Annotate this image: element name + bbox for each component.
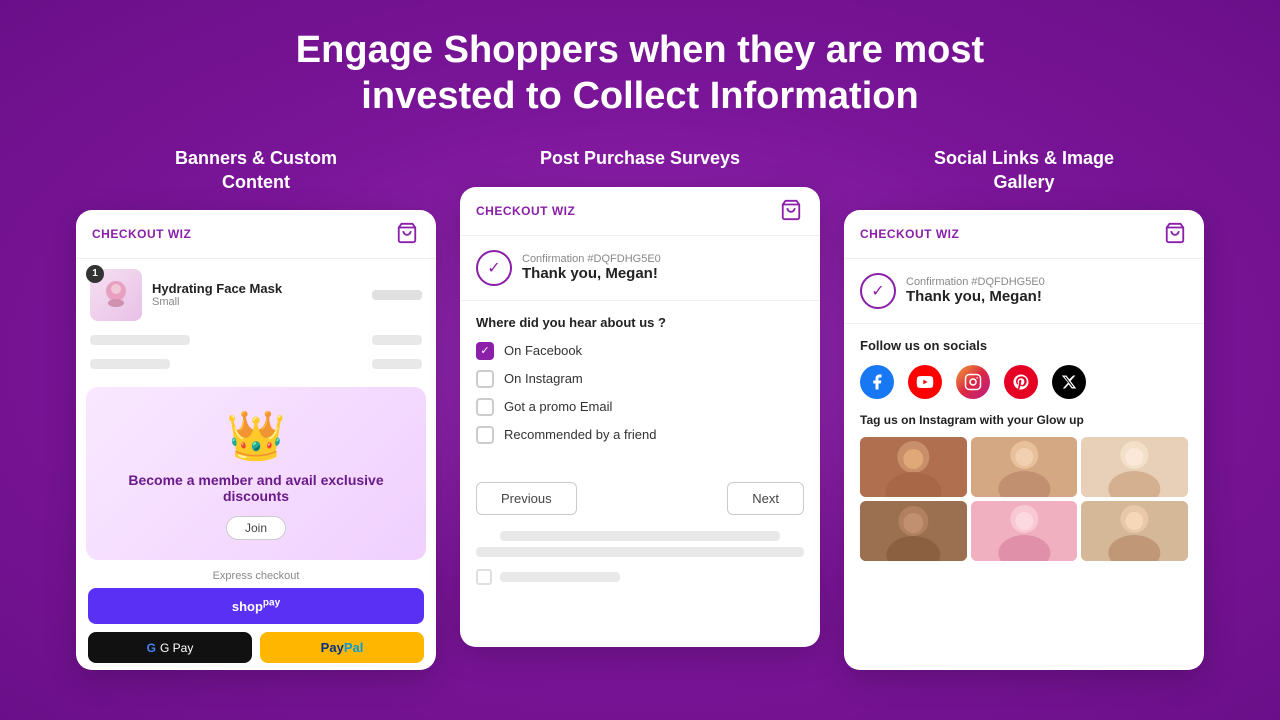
check-circle-3: ✓: [860, 273, 896, 309]
skeleton-bar-1: [500, 531, 780, 541]
checkbox-row-0: ✓ On Facebook: [476, 342, 804, 360]
thank-you-2: Thank you, Megan!: [522, 265, 661, 282]
brand-label-2: CHECKOUT WIZ: [476, 204, 575, 218]
previous-button[interactable]: Previous: [476, 482, 577, 515]
checkbox-3[interactable]: [476, 426, 494, 444]
column-surveys-title: Post Purchase Surveys: [540, 147, 740, 170]
product-image-wrapper: 1: [90, 269, 142, 321]
pinterest-icon[interactable]: [1004, 365, 1038, 399]
skeleton-checkbox: [476, 569, 492, 585]
skeleton-line: [90, 335, 190, 345]
checkbox-2[interactable]: [476, 398, 494, 416]
join-button[interactable]: Join: [226, 516, 286, 540]
shop-pay-button[interactable]: shoppay: [88, 588, 424, 624]
skeleton-checkbox-row: [460, 563, 820, 591]
gallery-image-2: [971, 437, 1078, 497]
gallery-image-1: [860, 437, 967, 497]
check-circle-2: ✓: [476, 250, 512, 286]
image-gallery: [860, 437, 1188, 561]
column-surveys: Post Purchase Surveys CHECKOUT WIZ ✓: [460, 147, 820, 670]
confirm-number-3: Confirmation #DQFDHG5E0: [906, 276, 1045, 288]
brand-label-1: CHECKOUT WIZ: [92, 227, 191, 241]
survey-question: Where did you hear about us ?: [476, 315, 804, 330]
skeleton-line: [372, 335, 422, 345]
product-name: Hydrating Face Mask: [152, 281, 362, 296]
confirmation-info-2: Confirmation #DQFDHG5E0 Thank you, Megan…: [522, 253, 661, 282]
express-checkout-label: Express checkout: [76, 570, 436, 582]
g-letter: G: [147, 641, 156, 655]
twitter-x-icon[interactable]: [1052, 365, 1086, 399]
follow-title: Follow us on socials: [860, 338, 1188, 353]
checkbox-label-0: On Facebook: [504, 343, 582, 358]
product-quantity-badge: 1: [86, 265, 104, 283]
checkbox-label-3: Recommended by a friend: [504, 427, 656, 442]
price-placeholder: [372, 290, 422, 300]
gallery-image-4: [860, 501, 967, 561]
checkbox-0[interactable]: ✓: [476, 342, 494, 360]
skeleton-row-1: [76, 331, 436, 355]
skeleton-label: [500, 572, 620, 582]
card-banners: CHECKOUT WIZ: [76, 210, 436, 670]
shop-pay-logo: shoppay: [232, 599, 280, 614]
survey-section: Where did you hear about us ? ✓ On Faceb…: [460, 301, 820, 468]
crown-icon: 👑: [102, 407, 410, 464]
skeleton-row-2: [76, 355, 436, 379]
paypal-logo: PayPal: [321, 640, 364, 655]
paypal-button[interactable]: PayPal: [260, 632, 424, 663]
card-surveys: CHECKOUT WIZ ✓ Confirmation #DQFDHG5E0 T…: [460, 187, 820, 647]
thank-you-3: Thank you, Megan!: [906, 288, 1045, 305]
facebook-icon[interactable]: [860, 365, 894, 399]
confirmation-row-3: ✓ Confirmation #DQFDHG5E0 Thank you, Meg…: [844, 259, 1204, 324]
instagram-icon[interactable]: [956, 365, 990, 399]
column-social-title: Social Links & ImageGallery: [934, 147, 1114, 194]
socials-section: Follow us on socials: [844, 324, 1204, 575]
tag-title: Tag us on Instagram with your Glow up: [860, 413, 1188, 427]
checkbox-row-2: Got a promo Email: [476, 398, 804, 416]
checkbox-row-1: On Instagram: [476, 370, 804, 388]
column-social: Social Links & ImageGallery CHECKOUT WIZ…: [844, 147, 1204, 670]
card-surveys-header: CHECKOUT WIZ: [460, 187, 820, 236]
social-icons-row: [860, 365, 1188, 399]
checkbox-label-1: On Instagram: [504, 371, 583, 386]
banner-text: Become a member and avail exclusive disc…: [102, 472, 410, 504]
youtube-icon[interactable]: [908, 365, 942, 399]
column-banners: Banners & CustomContent CHECKOUT WIZ: [76, 147, 436, 670]
skeleton-line: [372, 359, 422, 369]
payment-row: G G Pay PayPal: [88, 632, 424, 663]
checkbox-row-3: Recommended by a friend: [476, 426, 804, 444]
gallery-image-6: [1081, 501, 1188, 561]
cart-icon-1: [396, 222, 420, 246]
main-headline: Engage Shoppers when they are most inves…: [296, 28, 984, 119]
skeleton-line: [90, 359, 170, 369]
column-banners-title: Banners & CustomContent: [175, 147, 337, 194]
gpay-label: G Pay: [160, 641, 193, 655]
product-row: 1 Hydrating Face Mask Small: [76, 259, 436, 331]
card-banners-header: CHECKOUT WIZ: [76, 210, 436, 259]
main-container: Engage Shoppers when they are most inves…: [0, 0, 1280, 690]
cart-icon-3: [1164, 222, 1188, 246]
confirm-number-2: Confirmation #DQFDHG5E0: [522, 253, 661, 265]
banner-section: 👑 Become a member and avail exclusive di…: [86, 387, 426, 560]
checkbox-1[interactable]: [476, 370, 494, 388]
confirmation-row-2: ✓ Confirmation #DQFDHG5E0 Thank you, Meg…: [460, 236, 820, 301]
confirmation-info-3: Confirmation #DQFDHG5E0 Thank you, Megan…: [906, 276, 1045, 305]
checkbox-label-2: Got a promo Email: [504, 399, 612, 414]
product-info: Hydrating Face Mask Small: [152, 281, 362, 308]
card-social: CHECKOUT WIZ ✓ Confirmation #DQFDHG5E0 T…: [844, 210, 1204, 670]
next-button[interactable]: Next: [727, 482, 804, 515]
product-variant: Small: [152, 296, 362, 308]
gallery-image-3: [1081, 437, 1188, 497]
nav-buttons: Previous Next: [460, 472, 820, 525]
feature-columns: Banners & CustomContent CHECKOUT WIZ: [40, 147, 1240, 670]
gallery-image-5: [971, 501, 1078, 561]
card-social-header: CHECKOUT WIZ: [844, 210, 1204, 259]
cart-icon-2: [780, 199, 804, 223]
brand-label-3: CHECKOUT WIZ: [860, 227, 959, 241]
skeleton-bar-2: [476, 547, 804, 557]
google-pay-button[interactable]: G G Pay: [88, 632, 252, 663]
